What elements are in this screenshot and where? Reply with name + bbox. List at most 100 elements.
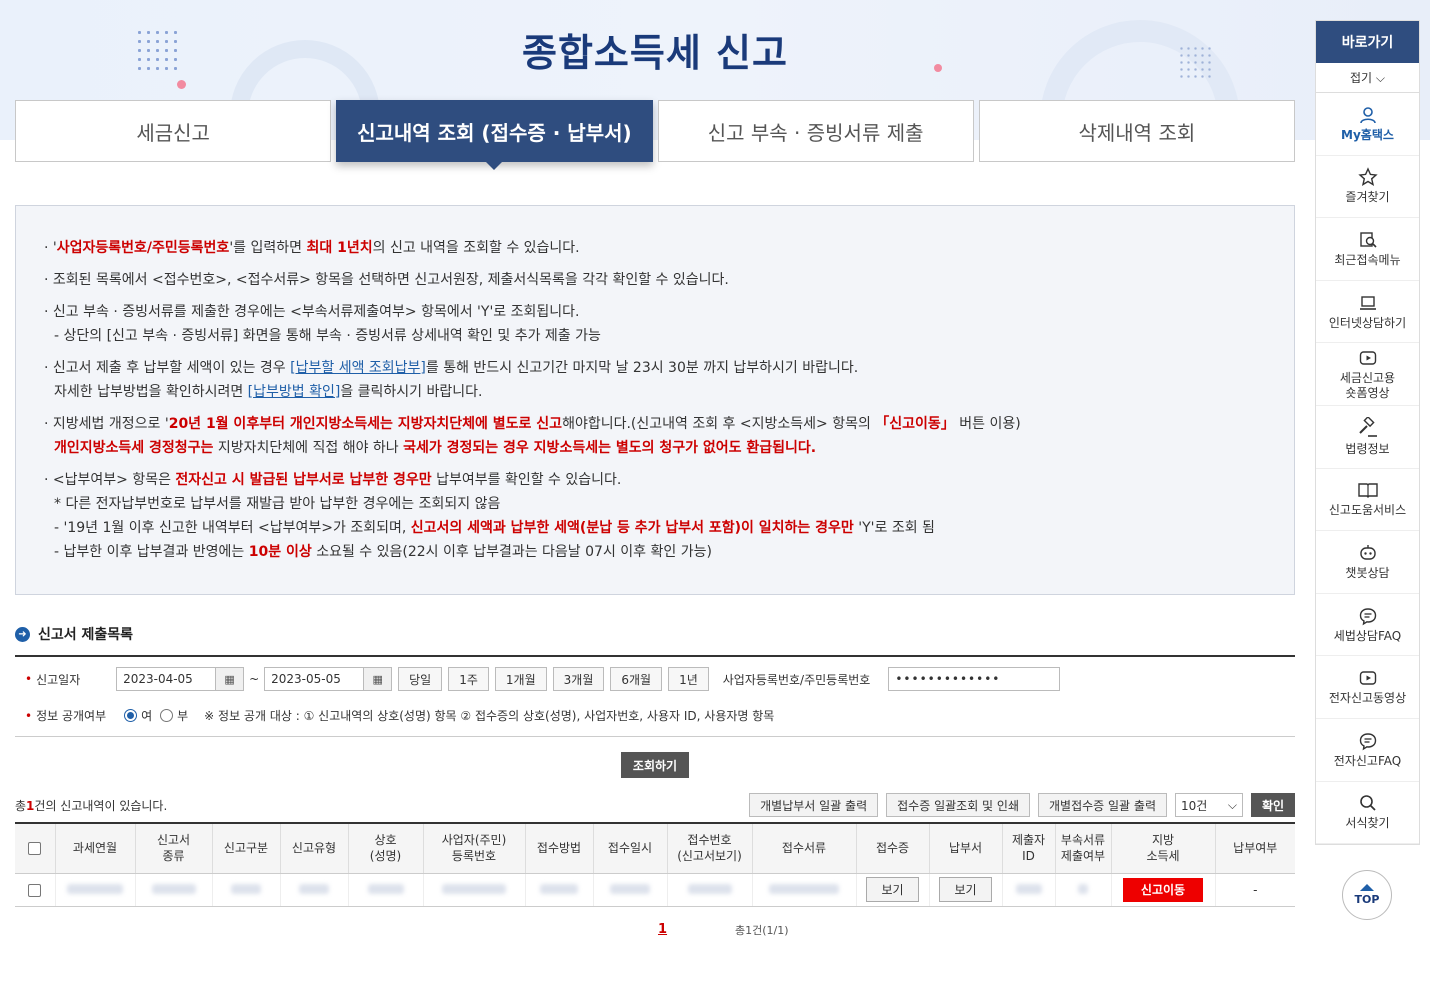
chevron-down-icon: ⌵ bbox=[1227, 797, 1237, 812]
chat-bubble-icon bbox=[1359, 607, 1376, 625]
page-size-select[interactable]: 10건 ⌵ bbox=[1175, 793, 1243, 817]
disclosure-no-radio[interactable] bbox=[160, 709, 174, 722]
action-bar: 개별납부서 일괄 출력 접수증 일괄조회 및 인쇄 개별접수증 일괄 출력 10… bbox=[749, 793, 1295, 817]
bulk-receipt-print-button[interactable]: 접수증 일괄조회 및 인쇄 bbox=[886, 793, 1030, 817]
user-icon bbox=[1359, 106, 1376, 124]
section-title: ➜ 신고서 제출목록 bbox=[15, 624, 133, 644]
tab-tax-filing[interactable]: 세금신고 bbox=[15, 100, 332, 162]
tab-attached-documents[interactable]: 신고 부속 · 증빙서류 제출 bbox=[657, 100, 974, 162]
date-from-input[interactable]: 2023-04-05 bbox=[116, 667, 217, 691]
scroll-top-button[interactable]: TOP bbox=[1342, 870, 1392, 920]
quick-nav-chatbot[interactable]: 챗봇상담 bbox=[1316, 531, 1419, 594]
arrow-circle-icon: ➜ bbox=[15, 626, 30, 642]
play-icon bbox=[1359, 671, 1376, 685]
quick-nav-favorites[interactable]: 즐겨찾기 bbox=[1316, 156, 1419, 219]
quick-nav-my-hometax[interactable]: My홈택스 bbox=[1316, 93, 1419, 156]
period-1month-button[interactable]: 1개월 bbox=[494, 667, 547, 691]
gavel-icon bbox=[1358, 416, 1377, 437]
bulk-print-payment-button[interactable]: 개별납부서 일괄 출력 bbox=[749, 793, 879, 817]
notice-line: · '사업자등록번호/주민등록번호'를 입력하면 최대 1년치의 신고 내역을 … bbox=[44, 240, 580, 256]
col-header: 접수일시 bbox=[592, 822, 667, 874]
chat-bubble-icon bbox=[1359, 733, 1376, 751]
quick-nav-efiling-video[interactable]: 전자신고동영상 bbox=[1316, 656, 1419, 719]
notice-line: · 조회된 목록에서 <접수번호>, <접수서류> 항목을 선택하면 신고서원장… bbox=[44, 272, 729, 288]
quick-nav-shorts-video[interactable]: 세금신고용 숏폼영상 bbox=[1316, 343, 1419, 406]
quick-nav-tax-faq[interactable]: 세법상담FAQ bbox=[1316, 594, 1419, 657]
col-header: 사업자(주민) 등록번호 bbox=[422, 822, 525, 874]
quick-nav-recent-menu[interactable]: 최근접속메뉴 bbox=[1316, 218, 1419, 281]
quick-nav-law-info[interactable]: 법령정보 bbox=[1316, 406, 1419, 469]
row-checkbox[interactable] bbox=[15, 873, 55, 907]
view-receipt-button[interactable]: 보기 bbox=[866, 877, 919, 902]
recent-search-icon bbox=[1359, 232, 1377, 248]
filing-table: 과세연월 신고서 종류 신고구분 신고유형 상호 (성명) 사업자(주민) 등록… bbox=[15, 822, 1295, 907]
date-to-input[interactable]: 2023-05-05 bbox=[264, 667, 365, 691]
id-number-input[interactable]: ••••••••••••• bbox=[888, 667, 1061, 691]
receipt-documents-link[interactable] bbox=[751, 873, 856, 907]
period-today-button[interactable]: 당일 bbox=[398, 667, 443, 691]
quick-nav-online-consult[interactable]: 인터넷상담하기 bbox=[1316, 281, 1419, 344]
quick-nav-efiling-faq[interactable]: 전자신고FAQ bbox=[1316, 719, 1419, 782]
col-header: 지방 소득세 bbox=[1110, 822, 1215, 874]
col-header: 납부여부 bbox=[1214, 822, 1295, 874]
col-header: 납부서 bbox=[928, 822, 1002, 874]
period-1year-button[interactable]: 1년 bbox=[668, 667, 709, 691]
quick-nav-fold-button[interactable]: 접기 ⌵ bbox=[1316, 63, 1419, 93]
notice-subline: - 납부한 이후 납부결과 반영에는 10분 이상 소요될 수 있음(22시 이… bbox=[54, 544, 712, 560]
period-1week-button[interactable]: 1주 bbox=[448, 667, 489, 691]
col-header: 과세연월 bbox=[54, 822, 135, 874]
play-icon bbox=[1359, 350, 1376, 365]
period-3month-button[interactable]: 3개월 bbox=[552, 667, 605, 691]
quick-nav-filing-help[interactable]: 신고도움서비스 bbox=[1316, 469, 1419, 532]
col-header: 접수서류 bbox=[751, 822, 856, 874]
payment-method-link[interactable]: [납부방법 확인] bbox=[248, 384, 341, 400]
disclosure-label: 정보 공개여부 bbox=[36, 709, 107, 723]
view-payment-button[interactable]: 보기 bbox=[939, 877, 992, 902]
laptop-icon bbox=[1359, 295, 1376, 310]
notice-box: · '사업자등록번호/주민등록번호'를 입력하면 최대 1년치의 신고 내역을 … bbox=[15, 205, 1295, 595]
tab-bar: 세금신고 신고내역 조회 (접수증 · 납부서) 신고 부속 · 증빙서류 제출… bbox=[15, 100, 1295, 170]
move-filing-button[interactable]: 신고이동 bbox=[1123, 877, 1203, 902]
col-header: 신고서 종류 bbox=[134, 822, 212, 874]
paid-status: - bbox=[1214, 873, 1295, 907]
notice-subline: - 상단의 [신고 부속 · 증빙서류] 화면을 통해 부속 · 증빙서류 상세… bbox=[54, 328, 601, 344]
col-header: 접수증 bbox=[855, 822, 929, 874]
query-button[interactable]: 조회하기 bbox=[621, 752, 689, 778]
star-icon bbox=[1357, 167, 1378, 187]
id-number-label: 사업자등록번호/주민등록번호 bbox=[722, 672, 871, 687]
calendar-icon[interactable]: ▦ bbox=[364, 667, 393, 691]
date-label: 신고일자 bbox=[36, 672, 81, 687]
search-form: • 신고일자 2023-04-05 ▦ ~ 2023-05-05 ▦ 당일 1주 … bbox=[15, 655, 1295, 737]
notice-line: · 신고서 제출 후 납부할 세액이 있는 경우 [납부할 세액 조회납부]를 … bbox=[44, 360, 859, 376]
bulk-individual-receipt-button[interactable]: 개별접수증 일괄 출력 bbox=[1038, 793, 1167, 817]
notice-line: · 신고 부속 · 증빙서류를 제출한 경우에는 <부속서류제출여부> 항목에서… bbox=[44, 304, 580, 320]
search-icon bbox=[1359, 795, 1376, 811]
tab-filing-history[interactable]: 신고내역 조회 (접수증 · 납부서) bbox=[336, 100, 653, 170]
confirm-button[interactable]: 확인 bbox=[1251, 793, 1295, 817]
col-header: 접수번호 (신고서보기) bbox=[666, 822, 752, 874]
total-count: 총1건의 신고내역이 있습니다. bbox=[15, 799, 168, 813]
col-header: 접수방법 bbox=[524, 822, 593, 874]
disclosure-info: ※ 정보 공개 대상 : ① 신고내역의 상호(성명) 항목 ② 접수증의 상호… bbox=[204, 709, 775, 723]
notice-subline: 개인지방소득세 경정청구는 지방자치단체에 직접 해야 하나 국세가 경정되는 … bbox=[54, 440, 817, 456]
arrow-up-icon bbox=[1360, 884, 1374, 891]
receipt-number-link[interactable] bbox=[666, 873, 752, 907]
tax-payment-link[interactable]: [납부할 세액 조회납부] bbox=[290, 360, 426, 376]
period-6month-button[interactable]: 6개월 bbox=[610, 667, 663, 691]
chatbot-icon bbox=[1359, 544, 1376, 560]
table-row: 보기 보기 신고이동 - bbox=[15, 873, 1295, 907]
page-link-1[interactable]: 1 bbox=[658, 922, 667, 937]
calendar-icon[interactable]: ▦ bbox=[216, 667, 245, 691]
col-header: 제출자 ID bbox=[1001, 822, 1055, 874]
select-all-checkbox[interactable] bbox=[15, 822, 55, 874]
quick-nav-form-search[interactable]: 서식찾기 bbox=[1316, 782, 1419, 845]
tab-deleted-history[interactable]: 삭제내역 조회 bbox=[978, 100, 1295, 162]
book-icon bbox=[1357, 483, 1378, 499]
col-header: 신고유형 bbox=[279, 822, 348, 874]
notice-subline: - '19년 1월 이후 신고한 내역부터 <납부여부>가 조회되며, 신고서의… bbox=[54, 520, 935, 536]
col-header: 부속서류 제출여부 bbox=[1054, 822, 1111, 874]
quick-nav: 바로가기 접기 ⌵ My홈택스 즐겨찾기 최근접속메뉴 인터넷상담하기 세금신고… bbox=[1315, 20, 1420, 846]
disclosure-yes-radio[interactable] bbox=[124, 709, 138, 722]
notice-line: · <납부여부> 항목은 전자신고 시 발급된 납부서로 납부한 경우만 납부여… bbox=[44, 472, 622, 488]
notice-line: · 지방세법 개정으로 '20년 1월 이후부터 개인지방소득세는 지방자치단체… bbox=[44, 416, 1021, 432]
